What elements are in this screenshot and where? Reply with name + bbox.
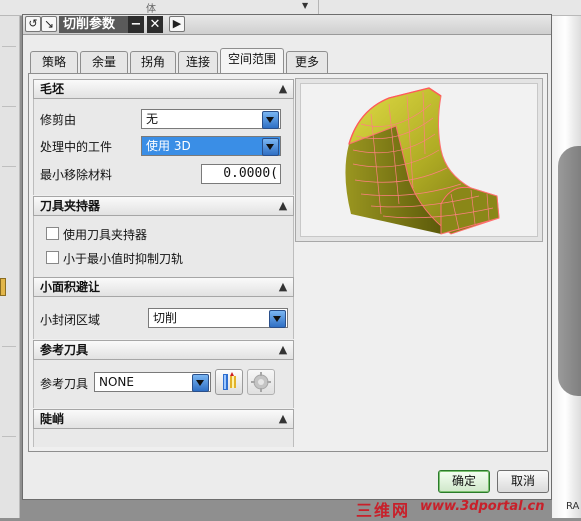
collapse-icon[interactable]: ▲ [275,198,291,214]
cancel-button[interactable]: 取消 [497,470,549,493]
trim-by-value: 无 [146,112,159,126]
background-left-toolbar [0,16,20,518]
group-title: 小面积避让 [40,280,101,294]
collapse-icon[interactable]: ▲ [275,81,291,97]
tab-containment[interactable]: 空间范围 [220,48,284,74]
group-body-ref-tool: 参考刀具 NONE [33,360,294,408]
closed-area-label: 小封闭区域 [40,313,101,327]
closed-area-value: 切削 [153,311,178,325]
tab-corners[interactable]: 拐角 [130,51,176,73]
new-tool-icon [223,372,236,390]
group-header-blank[interactable]: 毛坯 ▲ [33,79,294,99]
preview-panel [295,78,543,242]
close-icon[interactable]: ✕ [147,16,163,33]
minimize-icon[interactable]: − [128,16,144,33]
ok-button[interactable]: 确定 [438,470,490,493]
watermark-cn: 三维网 [356,501,411,520]
group-title: 刀具夹持器 [40,199,101,213]
use-holder-checkbox[interactable] [46,227,59,240]
group-title: 毛坯 [40,82,65,96]
background-viewport [552,16,581,518]
ipw-select[interactable]: 使用 3D [141,136,281,156]
closed-area-select[interactable]: 切削 [148,308,288,328]
toolbar-divider [2,46,16,47]
min-remove-input[interactable]: 0.0000( [201,164,281,184]
group-body-blank: 修剪由 无 处理中的工件 使用 3D 最小移除材料 0.0000( [33,99,294,195]
group-header-small-area[interactable]: 小面积避让 ▲ [33,277,294,297]
trim-by-select[interactable]: 无 [141,109,281,129]
tool-settings-button[interactable] [247,369,275,395]
chevron-down-icon[interactable] [269,310,286,328]
collapse-icon[interactable]: ▲ [275,342,291,358]
watermark-url: www.3dportal.cn [420,499,545,514]
toolbar-divider [2,166,16,167]
tab-connections[interactable]: 连接 [178,51,218,73]
suppress-toolpath-checkbox[interactable] [46,251,59,264]
toolbar-divider [2,436,16,437]
tri-right-icon[interactable]: ▶ [169,16,185,32]
collapse-icon[interactable]: ▲ [275,279,291,295]
min-remove-label: 最小移除材料 [40,168,113,182]
ref-tool-value: NONE [99,375,134,389]
watermark: 三维网 www.3dportal.cn RA [356,497,581,520]
group-header-tool-holder[interactable]: 刀具夹持器 ▲ [33,196,294,216]
tab-stock[interactable]: 余量 [80,51,128,73]
chevron-down-icon[interactable] [262,111,279,129]
toolbar-tool-icon[interactable] [0,278,6,296]
ref-tool-select[interactable]: NONE [94,372,211,392]
chevron-down-icon[interactable] [262,138,279,156]
new-tool-button[interactable] [215,369,243,395]
ipw-value: 使用 3D [146,139,191,153]
ipw-label: 处理中的工件 [40,140,113,154]
dialog-titlebar[interactable]: ↺ ↘ 切削参数 − ✕ ▶ [23,15,551,35]
cut-parameters-dialog: ↺ ↘ 切削参数 − ✕ ▶ 策略 余量 拐角 连接 空间范围 更多 毛坯 ▲ … [22,14,552,500]
group-body-tool-holder: 使用刀具夹持器 小于最小值时抑制刀轨 [33,216,294,278]
chevron-down-icon[interactable]: ▼ [302,1,308,10]
group-title: 陡峭 [40,412,65,426]
toolbar-divider [2,106,16,107]
gear-icon [251,372,271,392]
group-body-steep [33,429,294,447]
watermark-tail: RA [566,501,580,512]
background-toolbar-text: 体 [146,4,156,15]
group-title: 参考刀具 [40,343,89,357]
collapse-icon[interactable]: ▲ [275,411,291,427]
ref-tool-label: 参考刀具 [40,377,89,391]
background-model [558,146,581,396]
collapse-arrow-icon[interactable]: ↘ [41,16,57,32]
chevron-down-icon[interactable] [192,374,209,392]
suppress-toolpath-label: 小于最小值时抑制刀轨 [63,252,184,266]
tab-more[interactable]: 更多 [286,51,328,73]
part-model-image [345,87,500,235]
tab-strategy[interactable]: 策略 [30,51,78,73]
group-header-ref-tool[interactable]: 参考刀具 ▲ [33,340,294,360]
group-body-small-area: 小封闭区域 切削 [33,297,294,339]
group-header-steep[interactable]: 陡峭 ▲ [33,409,294,429]
preview-viewport [300,83,538,237]
use-holder-label: 使用刀具夹持器 [63,228,148,242]
reset-icon[interactable]: ↺ [25,16,41,32]
toolbar-divider [2,346,16,347]
trim-by-label: 修剪由 [40,113,77,127]
